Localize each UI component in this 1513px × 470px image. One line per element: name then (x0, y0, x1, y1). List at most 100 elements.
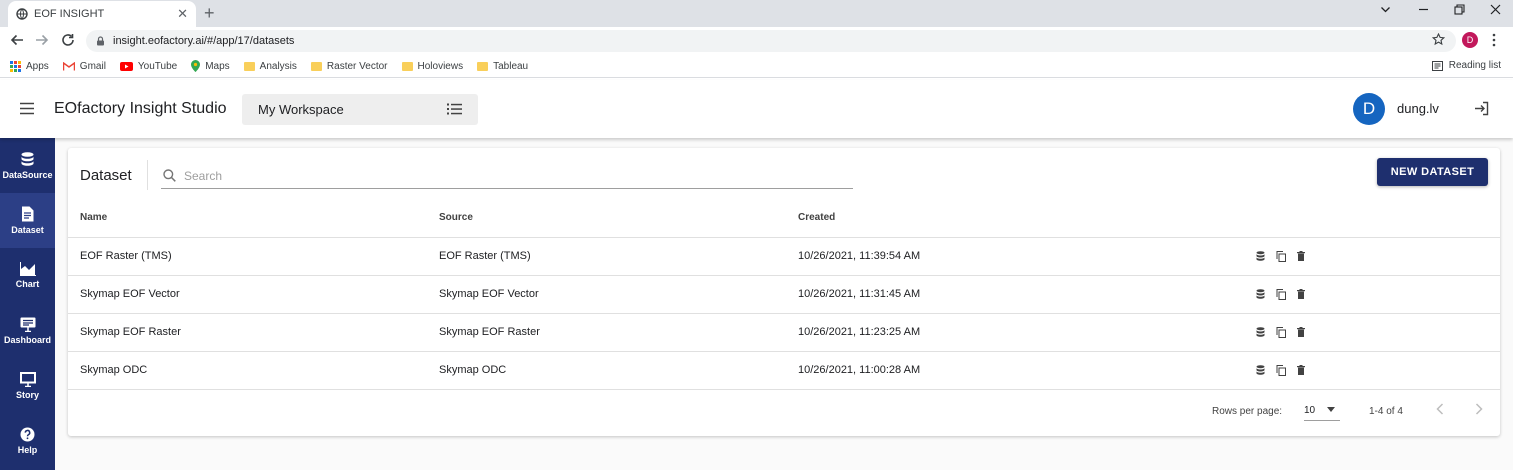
sidebar-item-label: Dashboard (3, 334, 51, 345)
chevron-right-icon[interactable] (1475, 403, 1483, 418)
rows-per-page-value: 10 (1304, 405, 1316, 416)
delete-icon[interactable] (1297, 251, 1305, 261)
close-window-icon[interactable] (1490, 4, 1501, 15)
table-row[interactable]: EOF Raster (TMS) EOF Raster (TMS) 10/26/… (68, 237, 1500, 276)
database-icon[interactable] (1256, 327, 1265, 337)
sidebar: DataSource Dataset Chart Dashboard Story… (0, 138, 55, 470)
cell-source: EOF Raster (TMS) (427, 237, 786, 276)
app-header: EOfactory Insight Studio My Workspace D … (0, 80, 1513, 138)
bookmark-star-icon[interactable] (1431, 32, 1446, 51)
copy-icon[interactable] (1276, 364, 1286, 376)
table-row[interactable]: Skymap ODC Skymap ODC 10/26/2021, 11:00:… (68, 351, 1500, 390)
sidebar-item-datasource[interactable]: DataSource (0, 138, 55, 193)
cell-name: Skymap ODC (68, 351, 427, 390)
bookmark-label: YouTube (137, 60, 178, 72)
table-row[interactable]: Skymap EOF Raster Skymap EOF Raster 10/2… (68, 313, 1500, 352)
workspace-label: My Workspace (258, 102, 344, 117)
username[interactable]: dung.lv (1397, 101, 1439, 116)
apps-grid-icon (10, 60, 21, 72)
cell-created: 10/26/2021, 11:23:25 AM (786, 313, 1232, 352)
column-header-source[interactable]: Source (427, 199, 786, 238)
bookmark-analysis[interactable]: Analysis (243, 60, 297, 72)
copy-icon[interactable] (1276, 250, 1286, 262)
app-title: EOfactory Insight Studio (54, 100, 227, 117)
browser-tab[interactable]: EOF INSIGHT ✕ (8, 1, 196, 27)
search-icon (163, 169, 176, 182)
bookmark-label: Holoviews (417, 60, 464, 72)
bookmark-youtube[interactable]: YouTube (119, 60, 178, 72)
sidebar-item-dashboard[interactable]: Dashboard (0, 303, 55, 358)
user-avatar[interactable]: D (1353, 93, 1385, 125)
title-divider (147, 160, 148, 190)
bookmark-label: Analysis (259, 60, 297, 72)
lock-icon (97, 36, 104, 46)
workspace-selector[interactable]: My Workspace (242, 94, 478, 125)
database-icon[interactable] (1256, 289, 1265, 299)
sidebar-item-label: Dataset (11, 225, 44, 235)
reload-icon[interactable] (61, 33, 75, 52)
search-field[interactable] (161, 163, 853, 189)
column-header-created[interactable]: Created (786, 199, 1232, 238)
folder-icon (401, 61, 413, 71)
sidebar-item-help[interactable]: Help (0, 413, 55, 468)
sidebar-item-label: Story (15, 389, 39, 400)
database-icon[interactable] (1256, 365, 1265, 375)
sidebar-item-label: DataSource (2, 169, 53, 180)
browser-tabstrip: EOF INSIGHT ✕ + (0, 0, 1513, 27)
bookmark-label: Apps (26, 60, 49, 72)
cell-actions (1232, 237, 1500, 276)
menu-icon[interactable] (19, 102, 35, 120)
chevron-left-icon[interactable] (1436, 403, 1444, 418)
bookmarks-bar: Apps Gmail YouTube Maps Analysis Raster … (0, 55, 1513, 78)
delete-icon[interactable] (1297, 289, 1305, 299)
tab-close-icon[interactable]: ✕ (177, 6, 188, 22)
search-input[interactable] (184, 168, 784, 183)
forward-arrow-icon[interactable] (35, 33, 49, 52)
page-title: Dataset (80, 167, 132, 184)
tab-search-chevron-icon[interactable] (1380, 4, 1391, 15)
dataset-table: Name Source Created EOF Raster (TMS) EOF… (68, 199, 1500, 390)
folder-icon (243, 61, 255, 71)
browser-menu-icon[interactable] (1492, 33, 1496, 52)
delete-icon[interactable] (1297, 365, 1305, 375)
database-icon[interactable] (1256, 251, 1265, 261)
bookmark-gmail[interactable]: Gmail (62, 61, 106, 72)
monitor-dashboard-icon (20, 317, 35, 332)
bookmark-raster-vector[interactable]: Raster Vector (310, 61, 388, 72)
presentation-icon (19, 371, 36, 387)
back-arrow-icon[interactable] (10, 33, 24, 52)
restore-icon[interactable] (1454, 4, 1465, 15)
delete-icon[interactable] (1297, 327, 1305, 337)
sidebar-item-dataset[interactable]: Dataset (0, 193, 55, 248)
database-icon (21, 151, 34, 166)
bookmark-label: Tableau (493, 60, 529, 72)
youtube-icon (119, 61, 133, 71)
column-header-name[interactable]: Name (68, 199, 427, 238)
table-row[interactable]: Skymap EOF Vector Skymap EOF Vector 10/2… (68, 275, 1500, 314)
new-dataset-button[interactable]: NEW DATASET (1377, 158, 1488, 186)
address-bar[interactable]: insight.eofactory.ai/#/app/17/datasets (86, 30, 1456, 52)
bookmark-maps[interactable]: Maps (191, 60, 230, 72)
document-icon (22, 206, 34, 222)
new-tab-icon[interactable]: + (204, 3, 215, 23)
minimize-icon[interactable] (1418, 4, 1429, 15)
logout-icon[interactable] (1474, 101, 1489, 121)
folder-icon (477, 61, 489, 71)
caret-down-icon (1327, 407, 1335, 412)
bookmark-tableau[interactable]: Tableau (477, 61, 528, 72)
copy-icon[interactable] (1276, 326, 1286, 338)
cell-created: 10/26/2021, 11:39:54 AM (786, 237, 1232, 276)
sidebar-item-chart[interactable]: Chart (0, 248, 55, 303)
copy-icon[interactable] (1276, 288, 1286, 300)
sidebar-item-story[interactable]: Story (0, 358, 55, 413)
bookmark-holoviews[interactable]: Holoviews (401, 60, 464, 72)
browser-profile-avatar[interactable]: D (1462, 32, 1478, 48)
reading-list-button[interactable]: Reading list (1431, 60, 1501, 71)
dataset-card: Dataset NEW DATASET Name Source Created … (68, 148, 1500, 436)
url-text: insight.eofactory.ai/#/app/17/datasets (113, 35, 295, 47)
rows-per-page-select[interactable]: 10 (1304, 401, 1340, 421)
globe-icon (16, 8, 28, 20)
cell-actions (1232, 351, 1500, 390)
bookmark-apps[interactable]: Apps (10, 60, 49, 72)
bookmark-label: Maps (205, 60, 230, 72)
